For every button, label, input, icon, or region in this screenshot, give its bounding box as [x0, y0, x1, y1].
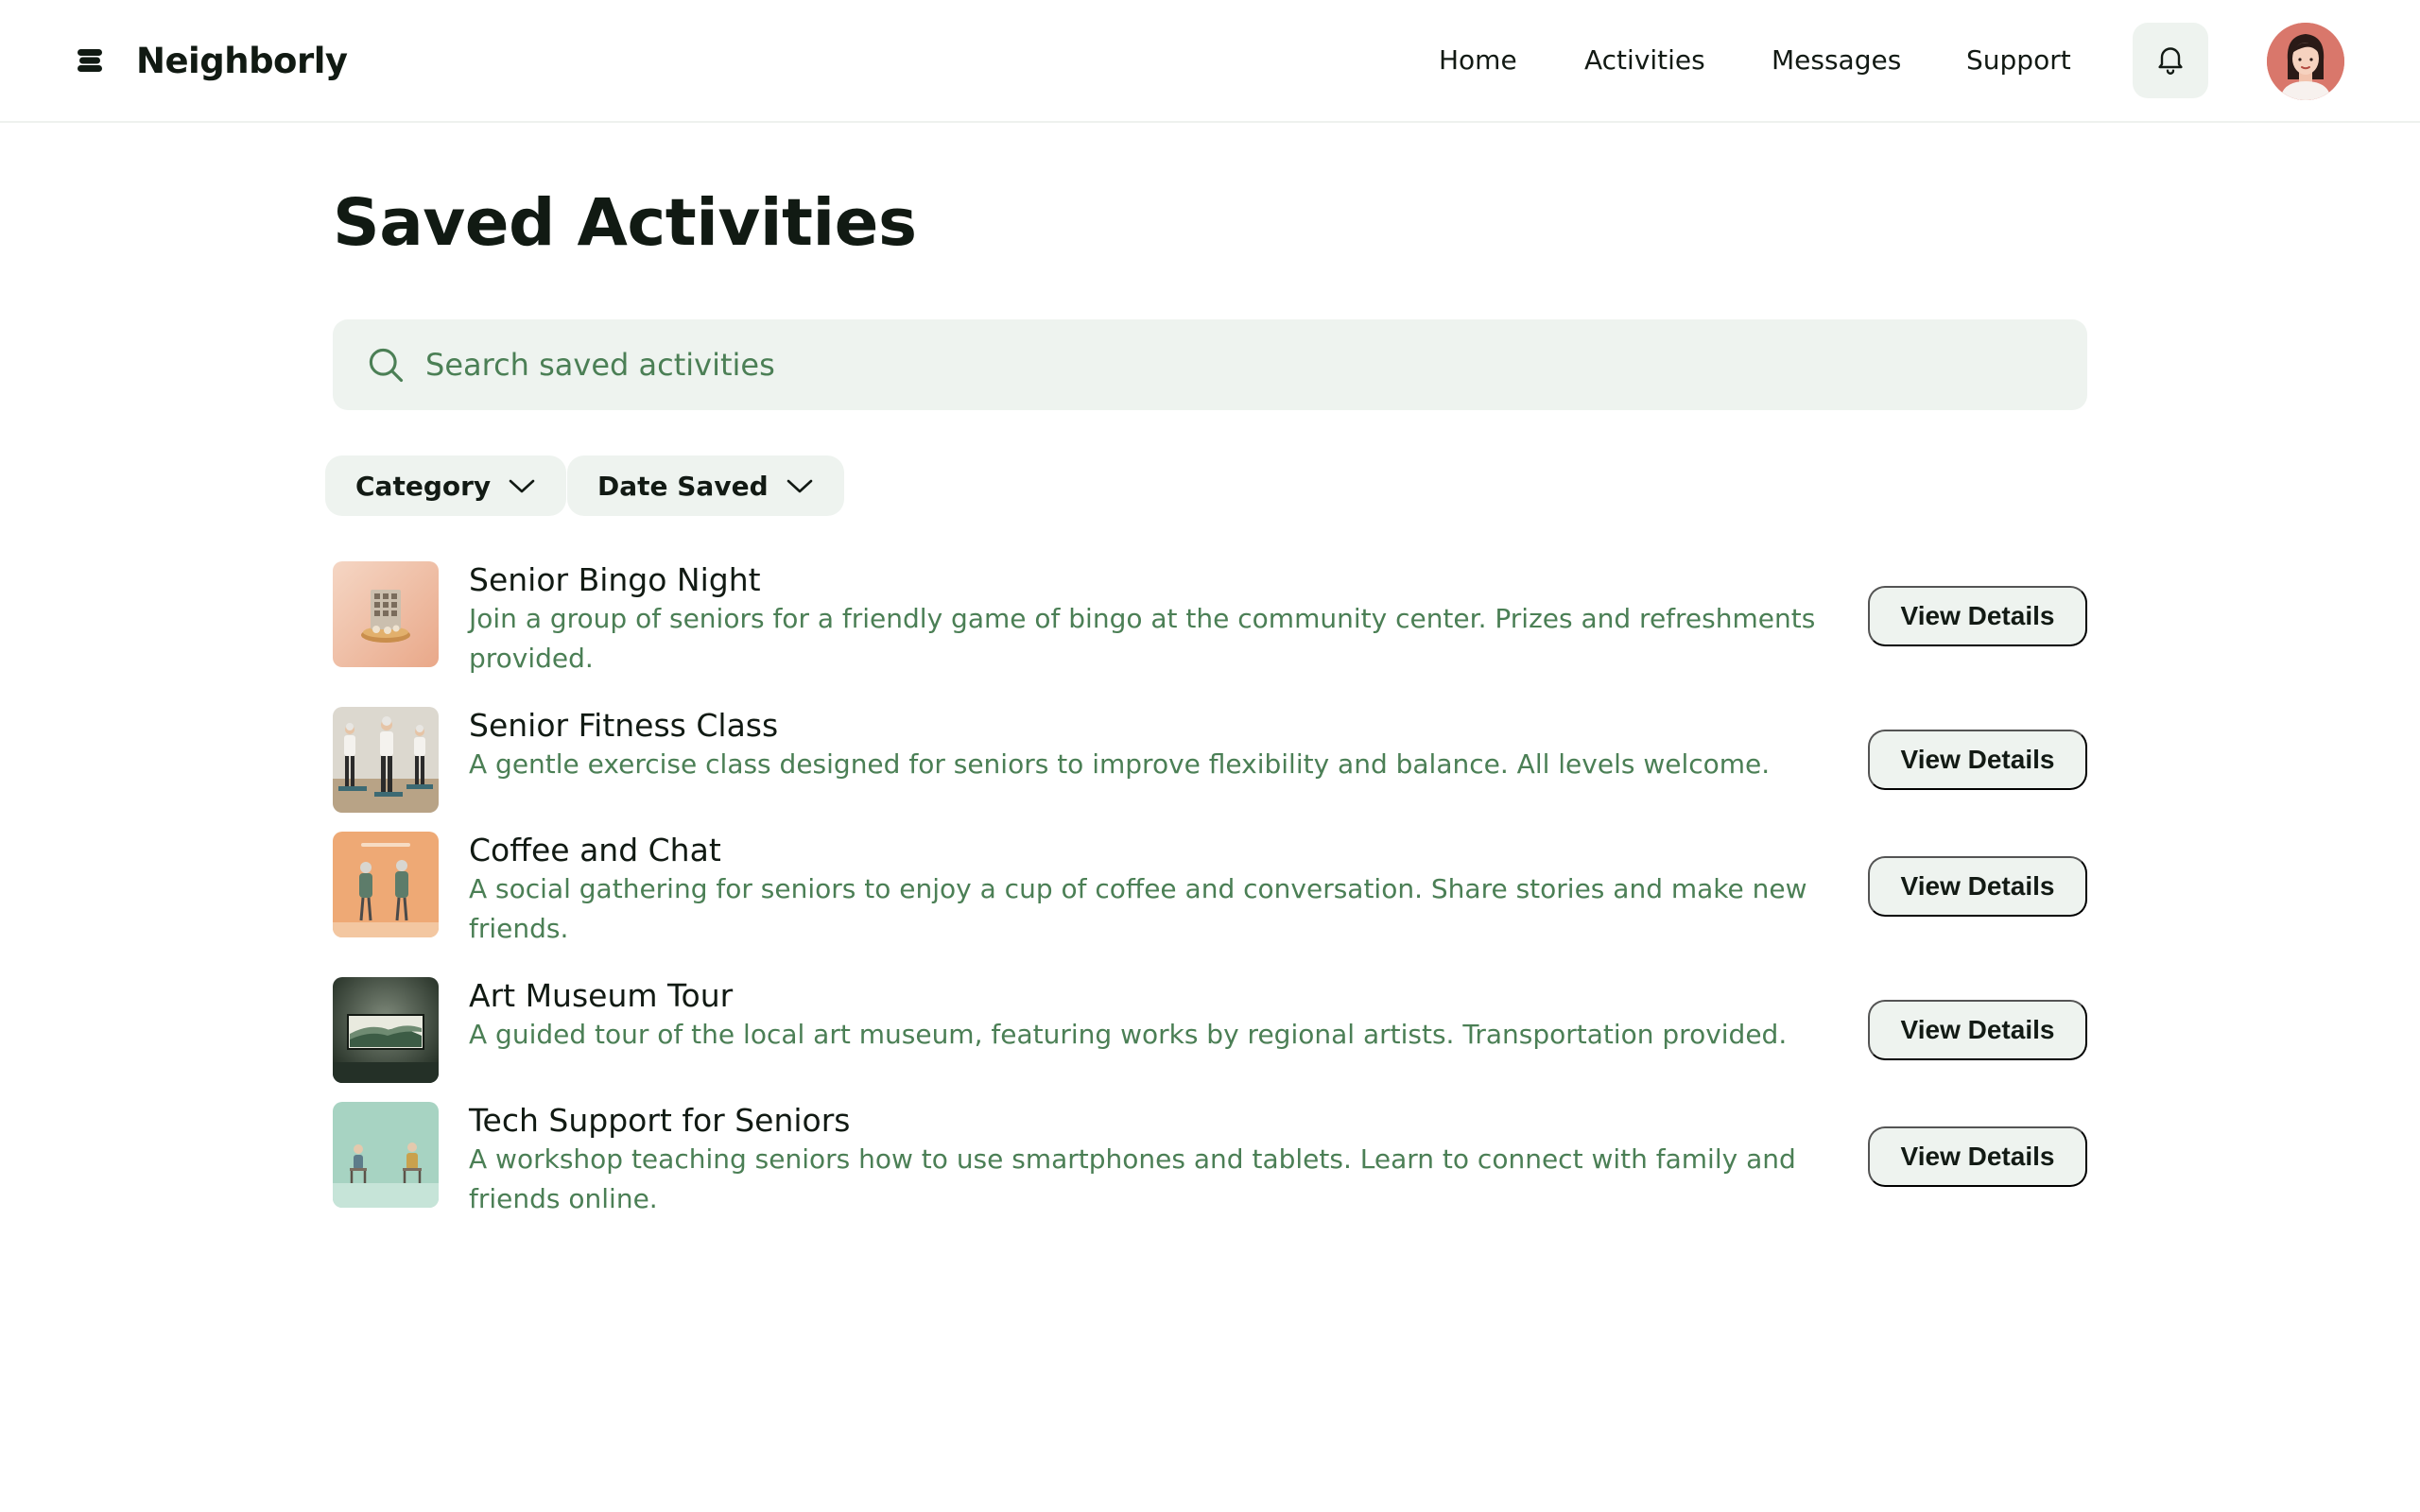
activity-thumbnail-museum — [333, 977, 439, 1083]
activity-description: Join a group of seniors for a friendly g… — [469, 603, 1816, 674]
activity-title: Art Museum Tour — [469, 977, 734, 1014]
view-details-button[interactable]: View Details — [1868, 856, 2087, 917]
bell-icon — [2153, 42, 2187, 79]
activity-title: Coffee and Chat — [469, 832, 721, 868]
activity-title: Senior Bingo Night — [469, 561, 761, 598]
main-nav: Home Activities Messages Support — [0, 0, 2420, 121]
activity-description: A social gathering for seniors to enjoy … — [469, 873, 1807, 944]
search-input[interactable] — [425, 347, 2032, 383]
nav-messages[interactable]: Messages — [1772, 0, 1901, 121]
chevron-down-icon — [786, 476, 814, 495]
nav-activities[interactable]: Activities — [1584, 0, 1705, 121]
view-details-button[interactable]: View Details — [1868, 1000, 2087, 1060]
category-filter-label: Category — [355, 470, 492, 502]
activity-thumbnail-coffee — [333, 832, 439, 937]
view-details-button[interactable]: View Details — [1868, 1126, 2087, 1187]
search-icon — [365, 343, 408, 387]
activity-description: A gentle exercise class designed for sen… — [469, 748, 1771, 780]
nav-support[interactable]: Support — [1966, 0, 2071, 121]
date-saved-filter-label: Date Saved — [597, 470, 769, 502]
activity-description: A guided tour of the local art museum, f… — [469, 1019, 1788, 1050]
activity-title: Senior Fitness Class — [469, 707, 779, 744]
activity-thumbnail-tech — [333, 1102, 439, 1208]
page-title: Saved Activities — [333, 185, 917, 261]
activity-thumbnail-fitness — [333, 707, 439, 813]
activity-title: Tech Support for Seniors — [469, 1102, 851, 1139]
top-navigation-bar: Neighborly Home Activities Messages Supp… — [0, 0, 2420, 123]
search-bar[interactable] — [333, 319, 2087, 410]
date-saved-filter-dropdown[interactable]: Date Saved — [567, 455, 844, 516]
notifications-button[interactable] — [2133, 23, 2208, 98]
nav-home[interactable]: Home — [1439, 0, 1517, 121]
view-details-button[interactable]: View Details — [1868, 586, 2087, 646]
activity-description: A workshop teaching seniors how to use s… — [469, 1143, 1796, 1214]
chevron-down-icon — [508, 476, 536, 495]
category-filter-dropdown[interactable]: Category — [325, 455, 567, 516]
user-avatar[interactable] — [2267, 23, 2344, 100]
activity-thumbnail-bingo — [333, 561, 439, 667]
view-details-button[interactable]: View Details — [1868, 730, 2087, 790]
